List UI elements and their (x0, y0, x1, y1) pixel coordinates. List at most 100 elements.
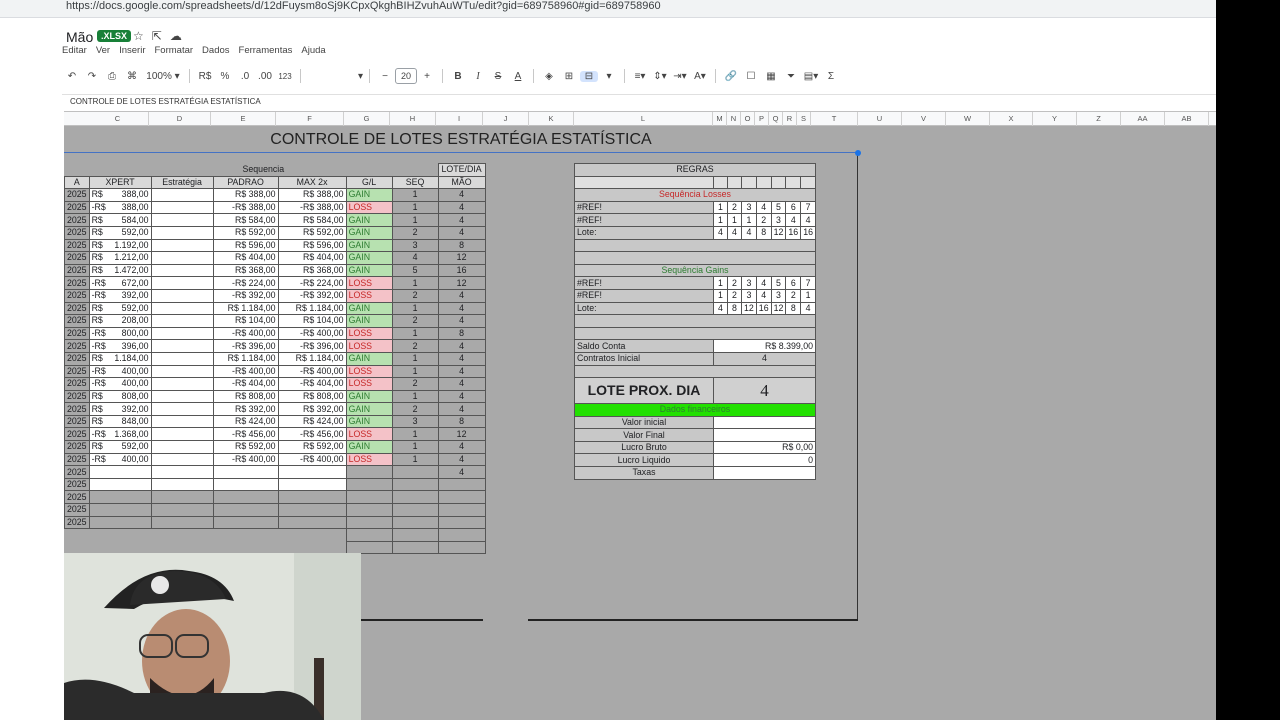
padrao-cell[interactable] (212, 465, 279, 479)
seq-cell[interactable]: 2 (391, 225, 439, 240)
year-cell[interactable]: 2025 (64, 225, 90, 240)
column-header[interactable]: G (344, 112, 390, 126)
column-header-cell[interactable]: G/L (345, 175, 393, 190)
lote-prox-dia-label[interactable]: LOTE PROX. DIA (574, 377, 714, 405)
empty-cell[interactable] (770, 175, 787, 190)
mao-cell[interactable]: 4 (437, 288, 486, 303)
column-header[interactable]: Z (1077, 112, 1121, 126)
financial-label[interactable]: Valor inicial (574, 415, 714, 430)
estrategia-cell[interactable] (150, 288, 214, 303)
max2x-cell[interactable]: R$ 104,00 (277, 314, 347, 328)
empty-cell[interactable] (785, 175, 802, 190)
year-cell[interactable]: 2025 (64, 389, 90, 404)
year-cell[interactable]: 2025 (64, 440, 90, 454)
empty-cell[interactable] (800, 175, 816, 190)
paint-format-icon[interactable]: ⌘ (123, 71, 141, 82)
text-rotation-icon[interactable]: A▾ (691, 71, 709, 82)
xpert-cell[interactable]: -R$ 392,00 (88, 288, 152, 303)
financial-label[interactable]: Taxas (574, 466, 714, 480)
xpert-cell[interactable]: -R$ 800,00 (88, 326, 152, 341)
year-cell[interactable]: 2025 (64, 364, 90, 379)
rule-value[interactable]: 4 (713, 301, 728, 316)
rule-value[interactable]: 1 (727, 213, 742, 227)
padrao-cell[interactable] (212, 515, 279, 530)
column-header[interactable]: N (727, 112, 741, 126)
estrategia-cell[interactable] (150, 213, 214, 227)
xpert-cell[interactable]: R$ 388,00 (88, 188, 152, 202)
max2x-cell[interactable]: R$ 592,00 (277, 440, 347, 454)
rule-value[interactable]: 3 (770, 288, 787, 303)
estrategia-cell[interactable] (150, 389, 214, 404)
column-header[interactable]: F (276, 112, 344, 126)
column-header[interactable]: O (741, 112, 755, 126)
seq-cell[interactable]: 3 (391, 414, 439, 429)
empty-cell[interactable] (574, 314, 816, 328)
rule-value[interactable]: 8 (785, 301, 802, 316)
max2x-cell[interactable]: -R$ 224,00 (277, 276, 347, 290)
document-title[interactable]: Mão (66, 29, 93, 45)
more-formats-button[interactable]: 123 (276, 72, 294, 81)
estrategia-cell[interactable] (150, 339, 214, 353)
column-header[interactable]: S (797, 112, 811, 126)
rule-value[interactable]: 3 (741, 200, 757, 215)
year-cell[interactable]: 2025 (64, 251, 90, 265)
fill-color-icon[interactable]: ◈ (540, 71, 558, 82)
mao-cell[interactable]: 4 (437, 389, 486, 404)
financial-value[interactable]: 0 (713, 453, 816, 468)
year-cell[interactable]: 2025 (64, 515, 90, 530)
gain-loss-cell[interactable]: LOSS (345, 364, 393, 379)
gain-loss-cell[interactable]: LOSS (345, 339, 393, 353)
seq-cell[interactable]: 2 (391, 314, 439, 328)
empty-cell[interactable] (574, 238, 816, 253)
xpert-cell[interactable] (88, 490, 152, 505)
contratos-value[interactable]: 4 (713, 351, 816, 366)
mao-cell[interactable]: 4 (437, 213, 486, 227)
max2x-cell[interactable]: -R$ 396,00 (277, 339, 347, 353)
empty-cell[interactable] (574, 364, 816, 379)
seq-cell[interactable]: 2 (391, 402, 439, 416)
max2x-cell[interactable] (277, 490, 347, 505)
padrao-cell[interactable]: R$ 392,00 (212, 402, 279, 416)
xpert-cell[interactable]: -R$ 672,00 (88, 276, 152, 290)
rule-label[interactable]: #REF! (574, 288, 714, 303)
text-wrap-icon[interactable]: ⇥▾ (671, 71, 689, 82)
mao-cell[interactable]: 4 (437, 364, 486, 379)
filter-views-icon[interactable]: ▤▾ (802, 71, 820, 82)
mao-cell[interactable]: 4 (437, 452, 486, 467)
gain-loss-cell[interactable]: GAIN (345, 314, 393, 328)
year-cell[interactable]: 2025 (64, 503, 90, 517)
padrao-cell[interactable]: -R$ 224,00 (212, 276, 279, 290)
padrao-cell[interactable]: R$ 808,00 (212, 389, 279, 404)
sequencia-header[interactable]: Sequencia (89, 163, 439, 177)
column-header[interactable]: M (713, 112, 727, 126)
seq-losses-header[interactable]: Sequência Losses (574, 188, 816, 202)
seq-cell[interactable]: 1 (391, 200, 439, 215)
financial-value[interactable] (713, 415, 816, 430)
mao-cell[interactable]: 4 (437, 314, 486, 328)
insert-chart-icon[interactable]: ▦ (762, 71, 780, 82)
estrategia-cell[interactable] (150, 326, 214, 341)
dados-financeiros-header[interactable]: Dados financeiros (574, 403, 816, 417)
mao-cell[interactable]: 12 (437, 276, 486, 290)
empty-cell[interactable] (574, 175, 714, 190)
mao-cell[interactable]: 8 (437, 238, 486, 253)
year-cell[interactable]: 2025 (64, 402, 90, 416)
estrategia-cell[interactable] (150, 377, 214, 391)
mao-cell[interactable]: 4 (437, 339, 486, 353)
strikethrough-icon[interactable]: S (489, 71, 507, 82)
xpert-cell[interactable]: R$ 208,00 (88, 314, 152, 328)
gain-loss-cell[interactable] (345, 515, 393, 530)
rule-value[interactable]: 2 (727, 200, 742, 215)
column-header[interactable]: I (436, 112, 483, 126)
padrao-cell[interactable]: R$ 104,00 (212, 314, 279, 328)
redo-icon[interactable]: ↷ (83, 71, 101, 82)
seq-cell[interactable]: 4 (391, 251, 439, 265)
rule-label[interactable]: #REF! (574, 213, 714, 227)
seq-gains-header[interactable]: Sequência Gains (574, 263, 816, 278)
column-header[interactable]: T (811, 112, 858, 126)
max2x-cell[interactable]: -R$ 404,00 (277, 377, 347, 391)
rule-value[interactable]: 1 (713, 200, 728, 215)
rule-value[interactable]: 8 (727, 301, 742, 316)
year-cell[interactable]: 2025 (64, 314, 90, 328)
xpert-cell[interactable] (88, 503, 152, 517)
